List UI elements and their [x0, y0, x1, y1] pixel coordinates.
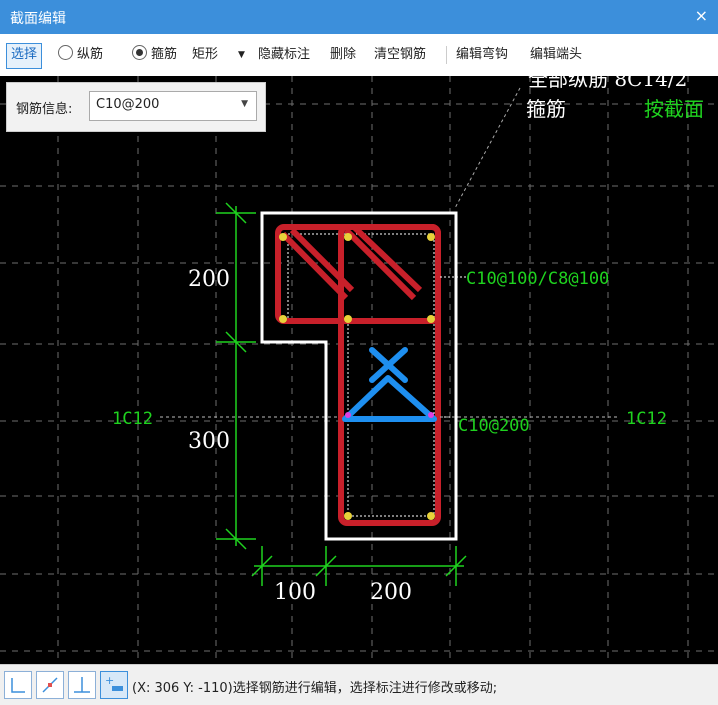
- chevron-down-icon: ▼: [241, 99, 248, 109]
- radio-selected-icon: [132, 45, 147, 60]
- section-editor-window: 截面编辑 × 选择 纵筋 箍筋 矩形 ▼ 隐藏标注 删除 清空钢筋 编辑弯钩 编…: [0, 0, 718, 705]
- title-bar: 截面编辑 ×: [0, 0, 718, 34]
- longitudinal-label: 纵筋: [77, 47, 104, 62]
- radio-icon: [58, 45, 73, 60]
- shape-value: 矩形: [192, 47, 219, 62]
- ortho-icon[interactable]: [4, 671, 32, 699]
- dim-200-vertical[interactable]: 200: [188, 267, 230, 292]
- rebar-points[interactable]: [279, 233, 435, 520]
- rebar-point-right[interactable]: [428, 412, 434, 418]
- stirrup-label: 箍筋: [151, 47, 178, 62]
- shape-dropdown[interactable]: 矩形 ▼: [192, 43, 252, 67]
- top-text-2: 箍筋: [526, 97, 566, 121]
- rebar-info-label: 钢筋信息:: [16, 102, 73, 117]
- stirrup-radio[interactable]: 箍筋: [132, 43, 177, 67]
- rebar-info-panel: 钢筋信息: C10@200 ▼: [6, 82, 266, 132]
- dim-200-horizontal[interactable]: 200: [370, 580, 412, 605]
- chevron-down-icon: ▼: [238, 50, 245, 60]
- vertical-dimension[interactable]: [216, 202, 256, 550]
- leader-line: [454, 87, 521, 209]
- label-right[interactable]: 1C12: [626, 409, 667, 429]
- close-icon[interactable]: ×: [695, 6, 708, 25]
- longitudinal-radio[interactable]: 纵筋: [58, 43, 103, 67]
- inner-outline: [287, 233, 435, 517]
- section-drawing: 全部纵筋 8C14/2 箍筋 按截面 C10@100/C8@100 C10@20…: [0, 76, 718, 664]
- toolbar: 选择 纵筋 箍筋 矩形 ▼ 隐藏标注 删除 清空钢筋 编辑弯钩 编辑端头: [0, 34, 718, 77]
- clear-rebar-button[interactable]: 清空钢筋: [374, 43, 426, 67]
- snap-icon[interactable]: [36, 671, 64, 699]
- dim-300-vertical[interactable]: 300: [188, 429, 230, 454]
- edit-hook-button[interactable]: 编辑弯钩: [456, 43, 508, 67]
- status-text: (X: 306 Y: -110)选择钢筋进行编辑，选择标注进行修改或移动;: [132, 681, 498, 696]
- label-stirrup-top[interactable]: C10@100/C8@100: [466, 269, 609, 289]
- window-title: 截面编辑: [10, 11, 66, 27]
- red-stirrups[interactable]: [275, 224, 441, 526]
- add-icon[interactable]: +: [100, 671, 128, 699]
- blue-tie[interactable]: [342, 347, 437, 422]
- section-outline[interactable]: [260, 211, 458, 541]
- grid: [0, 76, 718, 664]
- label-stirrup-mid[interactable]: C10@200: [458, 416, 530, 436]
- svg-text:+: +: [105, 674, 114, 687]
- rebar-point-left[interactable]: [345, 412, 351, 418]
- status-bar: + (X: 306 Y: -110)选择钢筋进行编辑，选择标注进行修改或移动;: [0, 664, 718, 705]
- label-left[interactable]: 1C12: [112, 409, 153, 429]
- hide-annotation-button[interactable]: 隐藏标注: [258, 43, 310, 67]
- perpendicular-icon[interactable]: [68, 671, 96, 699]
- delete-button[interactable]: 删除: [330, 43, 356, 67]
- toolbar-divider: [446, 46, 447, 64]
- rebar-info-select[interactable]: C10@200 ▼: [89, 91, 257, 121]
- top-text-3: 按截面: [644, 97, 704, 121]
- edit-end-button[interactable]: 编辑端头: [530, 43, 582, 67]
- top-text-1: 全部纵筋 8C14/2: [528, 76, 687, 91]
- drawing-canvas[interactable]: 全部纵筋 8C14/2 箍筋 按截面 C10@100/C8@100 C10@20…: [0, 76, 718, 664]
- select-button[interactable]: 选择: [6, 43, 43, 69]
- dim-100-horizontal[interactable]: 100: [274, 580, 316, 605]
- rebar-info-value: C10@200: [96, 97, 160, 112]
